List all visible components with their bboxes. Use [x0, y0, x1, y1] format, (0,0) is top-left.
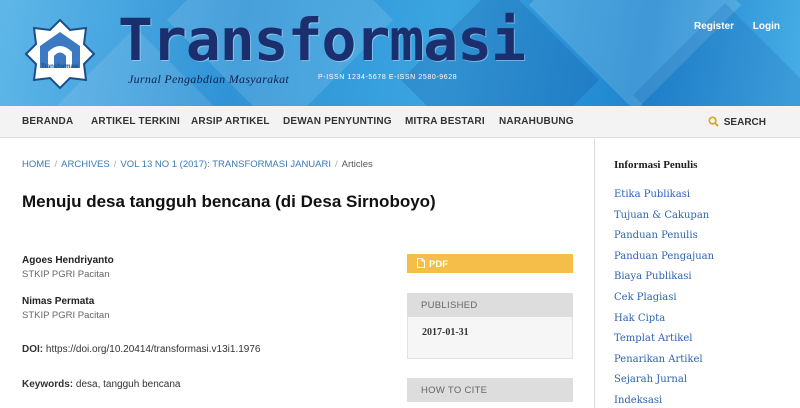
- breadcrumb-archives[interactable]: ARCHIVES: [61, 159, 110, 170]
- search-label: SEARCH: [723, 117, 766, 128]
- pdf-label: PDF: [429, 259, 448, 270]
- sidebar-item-tujuan-cakupan[interactable]: Tujuan & Cakupan: [614, 209, 714, 230]
- breadcrumb-current: Articles: [341, 159, 373, 170]
- keywords-value: desa, tangguh bencana: [75, 379, 181, 390]
- nav-item-mitra-bestari[interactable]: MITRA BESTARI: [405, 116, 485, 127]
- nav-item-arsip-artikel[interactable]: ARSIP ARTIKEL: [191, 116, 270, 127]
- sidebar-item-penarikan-artikel[interactable]: Penarikan Artikel: [614, 353, 714, 374]
- sidebar-title: Informasi Penulis: [614, 159, 698, 171]
- sidebar: Informasi Penulis Etika Publikasi Tujuan…: [594, 138, 800, 408]
- breadcrumb-separator: /: [335, 159, 338, 170]
- logo-emblem-icon: [24, 18, 96, 90]
- issn-text: P-ISSN 1234-5678 E-ISSN 2580-9628: [318, 74, 458, 81]
- file-pdf-icon: [417, 258, 425, 268]
- sidebar-item-biaya-publikasi[interactable]: Biaya Publikasi: [614, 270, 714, 291]
- site-title[interactable]: Transformasi: [118, 6, 526, 74]
- keywords-label: Keywords:: [22, 379, 74, 390]
- sidebar-item-indeksasi[interactable]: Indeksasi: [614, 394, 714, 408]
- register-link[interactable]: Register: [694, 21, 734, 32]
- published-heading: PUBLISHED: [407, 293, 573, 317]
- nav-item-beranda[interactable]: BERANDA: [22, 116, 73, 127]
- breadcrumb-separator: /: [54, 159, 58, 170]
- sidebar-item-etika-publikasi[interactable]: Etika Publikasi: [614, 188, 714, 209]
- header-banner: Transformasi Transformasi Jurnal Pengabd…: [0, 0, 800, 106]
- sidebar-item-cek-plagiasi[interactable]: Cek Plagiasi: [614, 291, 714, 312]
- breadcrumb-home[interactable]: HOME: [22, 159, 51, 170]
- sidebar-list: Etika Publikasi Tujuan & Cakupan Panduan…: [614, 188, 714, 408]
- main-nav: BERANDA ARTIKEL TERKINI ARSIP ARTIKEL DE…: [0, 106, 800, 138]
- pdf-button[interactable]: PDF: [407, 254, 573, 273]
- logo-caption: Transformasi: [41, 64, 79, 70]
- sidebar-item-sejarah-jurnal[interactable]: Sejarah Jurnal: [614, 373, 714, 394]
- author-name: Nimas Permata: [22, 296, 95, 307]
- journal-logo[interactable]: [24, 18, 96, 90]
- sidebar-item-panduan-pengajuan[interactable]: Panduan Pengajuan: [614, 250, 714, 271]
- site-subtitle: Jurnal Pengabdian Masyarakat: [128, 72, 290, 86]
- author-entry: Agoes Hendriyanto STKIP PGRI Pacitan: [22, 255, 114, 280]
- sidebar-item-templat-artikel[interactable]: Templat Artikel: [614, 332, 714, 353]
- author-affiliation: STKIP PGRI Pacitan: [22, 310, 110, 321]
- doi-link[interactable]: https://doi.org/10.20414/transformasi.v1…: [46, 344, 261, 355]
- search-icon: [708, 116, 719, 127]
- author-affiliation: STKIP PGRI Pacitan: [22, 269, 110, 280]
- published-date: 2017-01-31: [407, 317, 573, 359]
- user-links: Register Login: [678, 21, 780, 32]
- sidebar-item-hak-cipta[interactable]: Hak Cipta: [614, 312, 714, 333]
- doi-line: DOI: https://doi.org/10.20414/transforma…: [22, 344, 260, 355]
- article-main: HOME / ARCHIVES / VOL 13 NO 1 (2017): TRANSF…: [0, 138, 594, 408]
- search-button[interactable]: SEARCH: [708, 116, 766, 128]
- how-to-cite-heading[interactable]: HOW TO CITE: [407, 378, 573, 402]
- article-title: Menuju desa tangguh bencana (di Desa Sir…: [22, 192, 436, 211]
- nav-item-narahubung[interactable]: NARAHUBUNG: [499, 116, 574, 127]
- breadcrumb-issue[interactable]: VOL 13 NO 1 (2017): TRANSFORMASI JANUARI: [120, 159, 331, 170]
- nav-item-dewan-penyunting[interactable]: DEWAN PENYUNTING: [283, 116, 392, 127]
- breadcrumb: HOME / ARCHIVES / VOL 13 NO 1 (2017): TRANSF…: [22, 159, 373, 170]
- login-link[interactable]: Login: [753, 21, 780, 32]
- author-entry: Nimas Permata STKIP PGRI Pacitan: [22, 296, 109, 321]
- sidebar-item-panduan-penulis[interactable]: Panduan Penulis: [614, 229, 714, 250]
- nav-item-artikel-terkini[interactable]: ARTIKEL TERKINI: [91, 116, 180, 127]
- doi-label: DOI:: [22, 344, 44, 355]
- keywords-line: Keywords: desa, tangguh bencana: [22, 379, 180, 390]
- breadcrumb-separator: /: [113, 159, 117, 170]
- author-name: Agoes Hendriyanto: [22, 255, 114, 266]
